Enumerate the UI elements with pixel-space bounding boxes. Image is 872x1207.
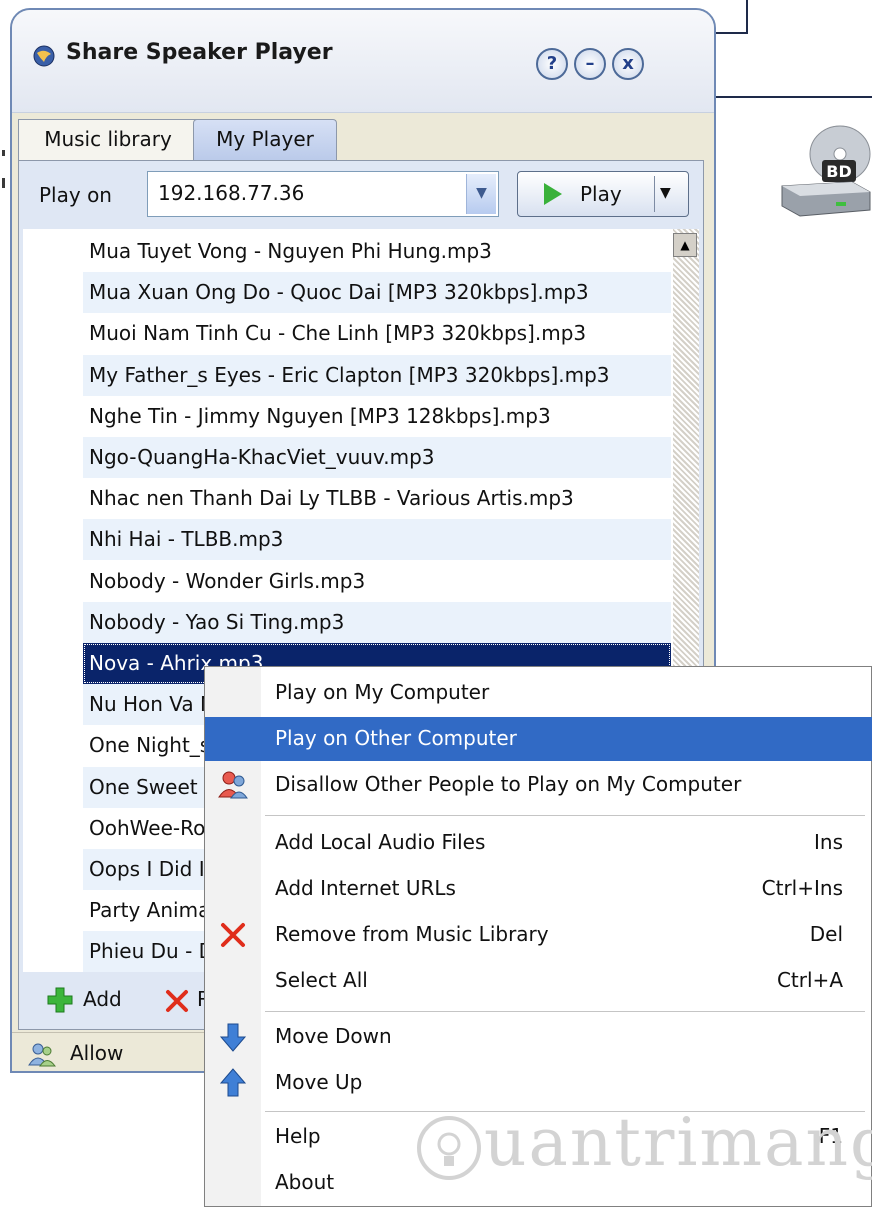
play-icon — [544, 183, 562, 205]
background-mark — [2, 150, 5, 156]
tab-my-player[interactable]: My Player — [193, 119, 337, 163]
app-globe-icon — [33, 45, 55, 67]
play-button-divider — [654, 176, 655, 212]
menu-item-shortcut: Ins — [814, 830, 843, 854]
minimize-button[interactable]: – — [574, 48, 606, 80]
menu-item-play-on-my-computer[interactable]: Play on My Computer — [205, 671, 872, 715]
play-button-label: Play — [580, 182, 622, 206]
bd-drive-icon[interactable]: BD — [778, 124, 872, 224]
watermark-text: uantrimang — [484, 1104, 872, 1181]
menu-item-label: Play on Other Computer — [275, 726, 517, 750]
scroll-up-arrow-icon[interactable]: ▲ — [673, 233, 697, 257]
menu-item-remove-from-library[interactable]: Remove from Music Library Del — [205, 913, 872, 957]
menu-item-label: Move Down — [275, 1024, 392, 1048]
background-mark — [2, 178, 5, 188]
menu-item-select-all[interactable]: Select All Ctrl+A — [205, 959, 872, 1003]
title-bar[interactable]: Share Speaker Player ? – x — [12, 10, 714, 113]
menu-item-move-down[interactable]: Move Down — [205, 1015, 872, 1059]
play-button[interactable]: Play ▼ — [517, 171, 689, 217]
allow-status-label[interactable]: Allow — [70, 1041, 123, 1065]
menu-separator — [265, 1011, 865, 1012]
play-on-label: Play on — [39, 183, 112, 207]
menu-item-shortcut: Del — [809, 922, 843, 946]
track-row[interactable]: Ngo-QuangHa-KhacViet_vuuv.mp3 — [83, 437, 671, 478]
track-row[interactable]: Nhi Hai - TLBB.mp3 — [83, 519, 671, 561]
menu-item-label: Add Local Audio Files — [275, 830, 486, 854]
track-row[interactable]: Nghe Tin - Jimmy Nguyen [MP3 128kbps].mp… — [83, 396, 671, 437]
ip-address-combobox[interactable]: 192.168.77.36 ▼ — [147, 171, 499, 217]
menu-item-label: Add Internet URLs — [275, 876, 456, 900]
menu-item-move-up[interactable]: Move Up — [205, 1061, 872, 1105]
menu-item-label: Play on My Computer — [275, 680, 490, 704]
track-row[interactable]: My Father_s Eyes - Eric Clapton [MP3 320… — [83, 354, 671, 396]
users-block-icon — [218, 771, 248, 799]
menu-item-shortcut: Ctrl+A — [776, 968, 843, 992]
help-button[interactable]: ? — [536, 48, 568, 80]
menu-item-label: Remove from Music Library — [275, 922, 549, 946]
arrow-down-icon — [219, 1023, 247, 1052]
users-icon — [28, 1043, 56, 1067]
add-plus-icon[interactable] — [47, 987, 73, 1013]
remove-x-icon[interactable] — [165, 989, 189, 1013]
track-row[interactable]: Mua Xuan Ong Do - Quoc Dai [MP3 320kbps]… — [83, 272, 671, 314]
background-line — [712, 96, 872, 98]
menu-item-disallow[interactable]: Disallow Other People to Play on My Comp… — [205, 763, 872, 807]
menu-item-add-internet-urls[interactable]: Add Internet URLs Ctrl+Ins — [205, 867, 872, 911]
add-button-label[interactable]: Add — [83, 987, 122, 1011]
tab-music-library[interactable]: Music library — [18, 119, 198, 163]
menu-item-add-local-audio-files[interactable]: Add Local Audio Files Ins — [205, 821, 872, 865]
close-button[interactable]: x — [612, 48, 644, 80]
play-dropdown-arrow-icon[interactable]: ▼ — [660, 185, 671, 201]
menu-item-play-on-other-computer[interactable]: Play on Other Computer — [205, 717, 872, 761]
track-row[interactable]: Mua Tuyet Vong - Nguyen Phi Hung.mp3 — [83, 231, 671, 272]
track-row[interactable]: Nhac nen Thanh Dai Ly TLBB - Various Art… — [83, 478, 671, 519]
menu-item-shortcut: Ctrl+Ins — [761, 876, 843, 900]
menu-item-label: Disallow Other People to Play on My Comp… — [275, 772, 742, 796]
menu-item-label: Help — [275, 1124, 321, 1148]
drive-badge: BD — [826, 162, 851, 181]
ip-address-value: 192.168.77.36 — [158, 181, 305, 205]
remove-x-icon — [221, 923, 245, 947]
track-row[interactable]: Nobody - Wonder Girls.mp3 — [83, 561, 671, 602]
track-row[interactable]: Nobody - Yao Si Ting.mp3 — [83, 601, 671, 643]
menu-item-label: About — [275, 1170, 335, 1194]
menu-item-label: Select All — [275, 968, 368, 992]
watermark-bulb-icon — [417, 1116, 481, 1180]
track-row[interactable]: Muoi Nam Tinh Cu - Che Linh [MP3 320kbps… — [83, 313, 671, 354]
chevron-down-icon[interactable]: ▼ — [466, 174, 496, 214]
window-title: Share Speaker Player — [66, 40, 333, 65]
menu-item-label: Move Up — [275, 1070, 363, 1094]
arrow-up-icon — [219, 1068, 247, 1097]
menu-separator — [265, 815, 865, 816]
